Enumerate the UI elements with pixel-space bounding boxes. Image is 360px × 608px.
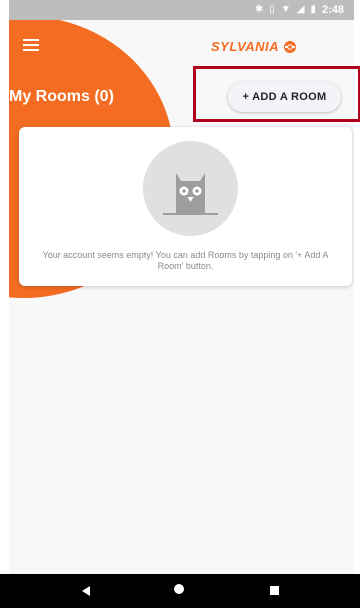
vibrate-icon: ▯ (269, 4, 275, 15)
back-icon[interactable] (82, 586, 90, 596)
rooms-page: ✱ ▯ ▼ ◢ ▮ 2:48 SYLVANIA My Rooms (0) + A… (9, 0, 354, 574)
status-time: 2:48 (321, 4, 344, 16)
owl-icon (143, 141, 238, 236)
signal-icon: ◢ (296, 4, 305, 15)
navigation-bar (0, 574, 360, 608)
sylvania-logo-icon (284, 40, 297, 53)
app-screen: ✱ ▯ ▼ ◢ ▮ 2:48 SYLVANIA My Rooms (0) + A… (0, 0, 360, 608)
bluetooth-icon: ✱ (254, 4, 264, 15)
battery-icon: ▮ (310, 4, 316, 15)
screen-edge (354, 20, 360, 574)
add-room-button[interactable]: + ADD A ROOM (228, 82, 341, 112)
page-title: My Rooms (0) (9, 88, 114, 105)
home-icon[interactable] (174, 584, 184, 594)
brand-logo: SYLVANIA (211, 39, 297, 54)
status-bar: ✱ ▯ ▼ ◢ ▮ 2:48 (9, 0, 354, 20)
brand-name: SYLVANIA (211, 39, 280, 54)
menu-icon[interactable] (23, 39, 39, 51)
empty-state-message: Your account seems empty! You can add Ro… (42, 250, 329, 271)
recent-apps-icon[interactable] (270, 586, 279, 595)
empty-state-card: Your account seems empty! You can add Ro… (19, 127, 352, 286)
wifi-icon: ▼ (280, 4, 291, 15)
app-header: SYLVANIA (9, 20, 354, 76)
